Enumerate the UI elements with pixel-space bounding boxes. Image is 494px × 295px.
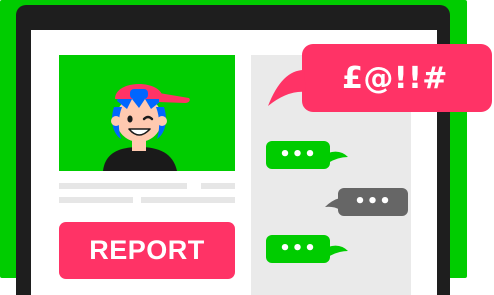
typing-dots: ••• (354, 191, 392, 212)
chat-message-bubble[interactable]: ••• (324, 188, 410, 218)
typing-dots: ••• (279, 144, 317, 165)
description-line (141, 197, 235, 203)
offensive-speech-bubble: £@!!# (266, 44, 494, 114)
video-thumbnail[interactable] (59, 55, 235, 171)
description-line (59, 197, 133, 203)
cartoon-kid-with-cap-icon (103, 84, 190, 171)
chat-message-bubble[interactable]: ••• (266, 235, 350, 265)
chat-message-bubble[interactable]: ••• (266, 141, 350, 171)
illustration: REPORT ••• ••• ••• £@!!# (0, 0, 494, 295)
typing-dots: ••• (279, 238, 317, 259)
report-button[interactable]: REPORT (59, 222, 235, 279)
profanity-symbols: £@!!# (342, 61, 448, 96)
description-line (59, 183, 187, 189)
description-line (201, 183, 235, 189)
